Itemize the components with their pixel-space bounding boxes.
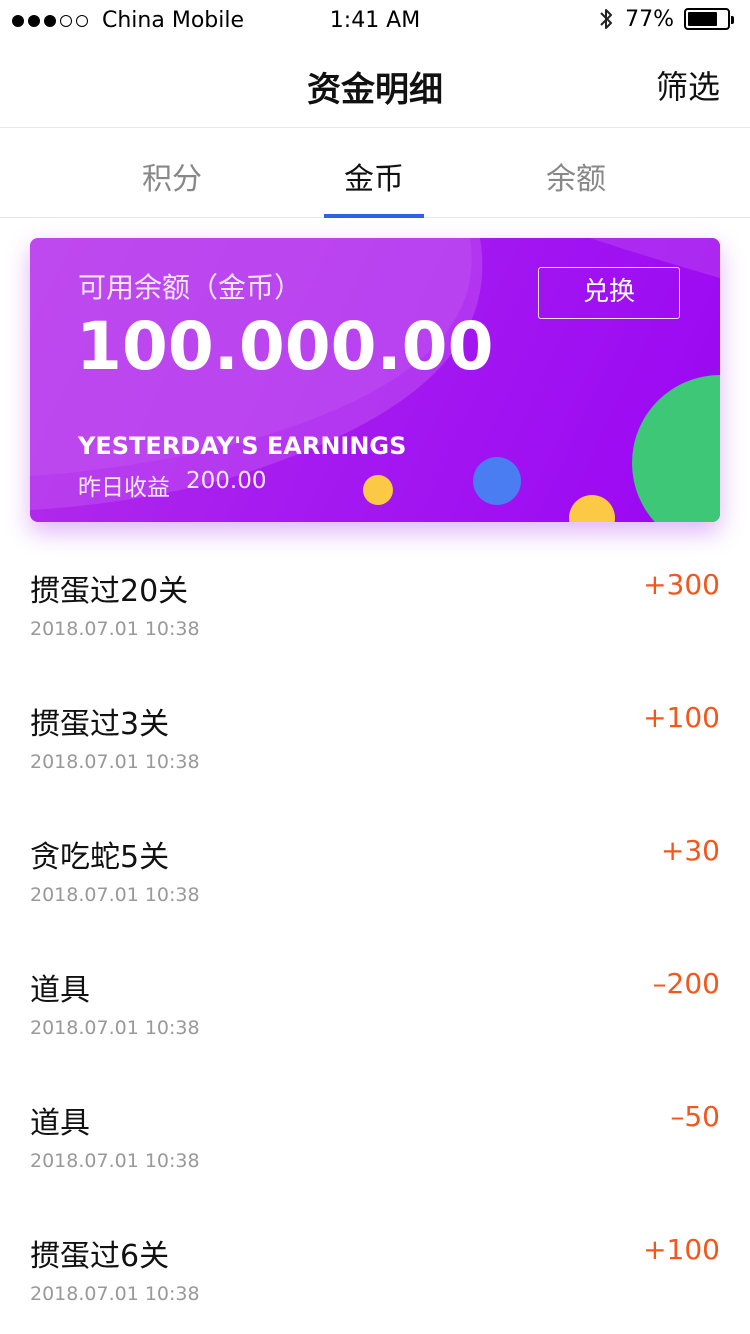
item-amount: +100 xyxy=(643,1233,720,1266)
item-title: 道具 xyxy=(30,1106,90,1141)
item-date: 2018.07.01 10:38 xyxy=(30,618,200,640)
list-item[interactable]: 道具 2018.07.01 10:38 –200 xyxy=(0,921,750,1054)
status-bar: China Mobile 1:41 AM 77% xyxy=(0,0,750,40)
list-item[interactable]: 掼蛋过20关 2018.07.01 10:38 +300 xyxy=(0,522,750,655)
tab-coins[interactable]: 金币 xyxy=(314,154,434,198)
page-title: 资金明细 xyxy=(307,70,443,110)
item-title: 掼蛋过3关 xyxy=(30,707,170,742)
nav-bar: 资金明细 筛选 xyxy=(0,40,750,128)
bluetooth-icon xyxy=(600,9,613,29)
yellow-circle xyxy=(569,495,615,522)
tab-active-indicator xyxy=(324,214,424,218)
yesterday-earnings-label: 昨日收益 xyxy=(78,475,170,501)
available-balance-label: 可用余额（金币） xyxy=(78,271,303,304)
item-date: 2018.07.01 10:38 xyxy=(30,1017,200,1039)
item-date: 2018.07.01 10:38 xyxy=(30,1150,200,1172)
list-item[interactable]: 掼蛋过3关 2018.07.01 10:38 +100 xyxy=(0,655,750,788)
yesterday-earnings-heading: YESTERDAY'S EARNINGS xyxy=(78,432,407,460)
item-amount: –50 xyxy=(670,1100,720,1133)
yesterday-earnings: 昨日收益 200.00 xyxy=(78,468,266,502)
item-date: 2018.07.01 10:38 xyxy=(30,1283,200,1305)
item-date: 2018.07.01 10:38 xyxy=(30,751,200,773)
available-balance-amount: 100.000.00 xyxy=(76,308,494,385)
filter-button[interactable]: 筛选 xyxy=(656,62,720,108)
item-date: 2018.07.01 10:38 xyxy=(30,884,200,906)
yesterday-earnings-value: 200.00 xyxy=(186,468,267,494)
list-item[interactable]: 贪吃蛇5关 2018.07.01 10:38 +30 xyxy=(0,788,750,921)
list-item[interactable]: 道具 2018.07.01 10:38 –50 xyxy=(0,1054,750,1187)
transaction-list: 掼蛋过20关 2018.07.01 10:38 +300 掼蛋过3关 2018.… xyxy=(0,522,750,1320)
battery-fill xyxy=(688,12,718,26)
item-title: 道具 xyxy=(30,973,90,1008)
tab-balance[interactable]: 余额 xyxy=(516,154,636,198)
blue-circle xyxy=(473,457,521,505)
item-amount: –200 xyxy=(652,967,720,1000)
item-title: 掼蛋过20关 xyxy=(30,574,189,609)
item-amount: +300 xyxy=(643,568,720,601)
status-right: 77% xyxy=(597,6,734,32)
tab-bar: 积分 金币 余额 xyxy=(0,128,750,218)
exchange-button[interactable]: 兑换 xyxy=(538,267,680,319)
list-item[interactable]: 掼蛋过6关 2018.07.01 10:38 +100 xyxy=(0,1187,750,1320)
item-title: 掼蛋过6关 xyxy=(30,1239,170,1274)
yellow-circle-small xyxy=(363,475,393,505)
balance-card: 可用余额（金币） 100.000.00 兑换 YESTERDAY'S EARNI… xyxy=(30,238,720,522)
item-amount: +30 xyxy=(660,834,720,867)
item-title: 贪吃蛇5关 xyxy=(30,840,170,875)
battery-icon xyxy=(684,8,734,30)
tab-points[interactable]: 积分 xyxy=(112,154,232,198)
item-amount: +100 xyxy=(643,701,720,734)
green-circle xyxy=(632,375,720,522)
battery-percent: 77% xyxy=(625,6,674,32)
